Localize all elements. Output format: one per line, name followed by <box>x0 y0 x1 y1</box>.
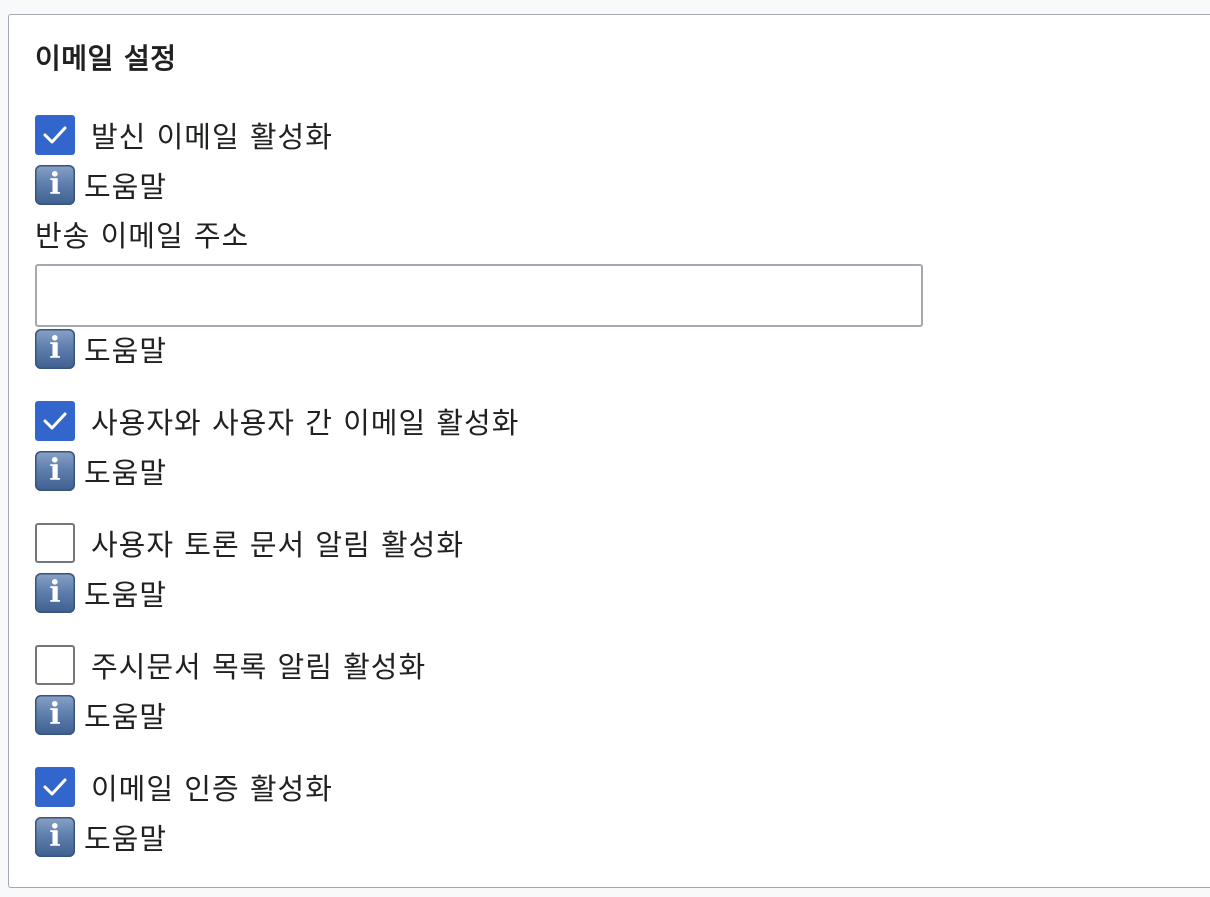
email-auth-option[interactable]: 이메일 인증 활성화 <box>35 767 333 807</box>
checkmark-icon <box>43 778 67 796</box>
user-email-checkbox[interactable] <box>35 401 75 441</box>
help-link[interactable]: 도움말 <box>84 816 167 858</box>
outgoing-email-help[interactable]: i 도움말 <box>35 164 167 206</box>
user-email-label: 사용자와 사용자 간 이메일 활성화 <box>91 406 520 440</box>
watchlist-notify-label: 주시문서 목록 알림 활성화 <box>91 650 427 684</box>
user-talk-notify-help[interactable]: i 도움말 <box>35 572 167 614</box>
checkmark-icon <box>43 412 67 430</box>
help-link[interactable]: 도움말 <box>84 164 167 206</box>
info-icon: i <box>35 817 75 857</box>
email-auth-checkbox[interactable] <box>35 767 75 807</box>
watchlist-notify-checkbox[interactable] <box>35 645 75 685</box>
section-title: 이메일 설정 <box>35 42 177 75</box>
bounce-address-label: 반송 이메일 주소 <box>35 219 250 253</box>
user-talk-notify-checkbox[interactable] <box>35 523 75 563</box>
outgoing-email-checkbox[interactable] <box>35 115 75 155</box>
info-icon: i <box>35 451 75 491</box>
bounce-address-help[interactable]: i 도움말 <box>35 328 167 370</box>
watchlist-notify-option[interactable]: 주시문서 목록 알림 활성화 <box>35 645 426 685</box>
email-settings-panel: 이메일 설정 발신 이메일 활성화 i 도움말 반송 이메일 주소 i 도움말 … <box>8 14 1210 888</box>
email-auth-label: 이메일 인증 활성화 <box>91 772 333 806</box>
email-auth-help[interactable]: i 도움말 <box>35 816 167 858</box>
bounce-address-input[interactable] <box>35 264 923 327</box>
info-icon: i <box>35 329 75 369</box>
help-link[interactable]: 도움말 <box>84 694 167 736</box>
info-icon: i <box>35 695 75 735</box>
help-link[interactable]: 도움말 <box>84 450 167 492</box>
watchlist-notify-help[interactable]: i 도움말 <box>35 694 167 736</box>
help-link[interactable]: 도움말 <box>84 572 167 614</box>
info-icon: i <box>35 165 75 205</box>
outgoing-email-label: 발신 이메일 활성화 <box>91 120 333 154</box>
user-email-help[interactable]: i 도움말 <box>35 450 167 492</box>
help-link[interactable]: 도움말 <box>84 328 167 370</box>
info-icon: i <box>35 573 75 613</box>
checkmark-icon <box>43 126 67 144</box>
user-email-option[interactable]: 사용자와 사용자 간 이메일 활성화 <box>35 401 519 441</box>
user-talk-notify-option[interactable]: 사용자 토론 문서 알림 활성화 <box>35 523 464 563</box>
outgoing-email-option[interactable]: 발신 이메일 활성화 <box>35 115 333 155</box>
user-talk-notify-label: 사용자 토론 문서 알림 활성화 <box>91 528 465 562</box>
